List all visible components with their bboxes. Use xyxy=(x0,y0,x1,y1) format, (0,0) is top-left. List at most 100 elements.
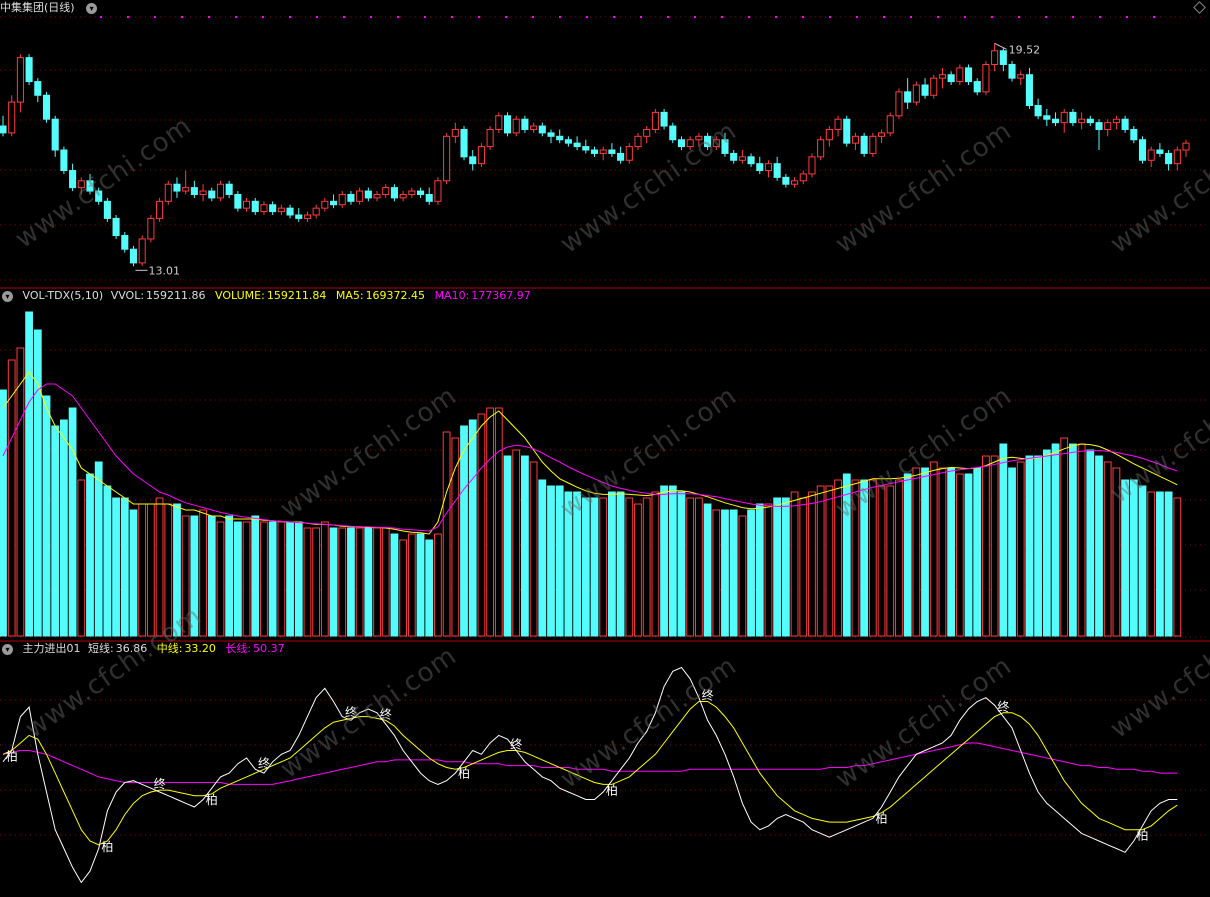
volume-bar xyxy=(694,497,703,637)
volume-bar xyxy=(1138,485,1147,637)
marker-dot xyxy=(235,16,237,18)
candle-body xyxy=(921,84,929,96)
price-panel-header: 中集集团(日线) ▾ xyxy=(0,0,103,16)
candle-body xyxy=(121,235,129,250)
candle-body xyxy=(347,193,355,202)
volume-bar xyxy=(364,527,373,637)
volume-bar xyxy=(1034,455,1043,637)
candle-body xyxy=(782,176,790,185)
marker-dot xyxy=(775,16,777,18)
buy-signal-label: 柏 xyxy=(1137,828,1149,843)
end-signal-label: 终 xyxy=(997,699,1009,714)
candle-body xyxy=(860,135,868,154)
volume-bar xyxy=(642,497,651,637)
volume-bar xyxy=(338,527,347,637)
volume-bar xyxy=(146,503,155,637)
marker-dot xyxy=(100,16,102,18)
candle-body xyxy=(1138,139,1147,161)
marker-dot xyxy=(829,16,831,18)
marker-dot xyxy=(964,16,966,18)
volume-bar xyxy=(129,509,138,637)
marker-dot xyxy=(640,16,642,18)
candle-body xyxy=(930,77,938,96)
buy-signal-label: 柏 xyxy=(606,782,618,797)
candle-body xyxy=(982,63,990,93)
chevron-down-icon[interactable]: ▾ xyxy=(2,643,13,655)
volume-bar xyxy=(955,473,964,637)
candle-body xyxy=(129,248,138,264)
marker-dot xyxy=(424,16,426,18)
volume-bar xyxy=(112,497,120,637)
volume-bar xyxy=(1086,449,1095,637)
candle-body xyxy=(530,125,538,130)
volume-bar xyxy=(651,491,660,637)
volume-bar xyxy=(747,509,755,637)
ma10-value: 177367.97 xyxy=(471,289,531,302)
volume-bar xyxy=(1156,491,1164,637)
volume-bar xyxy=(251,515,260,637)
candle-body xyxy=(912,84,920,103)
marker-dot xyxy=(721,16,723,18)
volume-bar xyxy=(68,407,77,637)
volume-bar xyxy=(494,407,503,637)
candle-body xyxy=(669,125,677,141)
candle-body xyxy=(1017,74,1025,79)
volume-bar xyxy=(286,521,294,637)
marker-dot xyxy=(991,16,993,18)
marker-dot xyxy=(748,16,750,18)
candle-body xyxy=(547,132,555,137)
chevron-down-icon[interactable]: ▾ xyxy=(86,2,98,14)
candle-body xyxy=(895,91,903,117)
volume-bar xyxy=(599,497,608,637)
marker-dot xyxy=(694,16,696,18)
volume-bar xyxy=(120,497,129,637)
high-marker-arrow xyxy=(994,42,1007,50)
volume-bar xyxy=(25,311,33,637)
vol-indicator-name[interactable]: VOL-TDX(5,10) xyxy=(23,289,104,302)
candle-body xyxy=(390,187,398,199)
candle-body xyxy=(243,200,251,209)
candle-body xyxy=(851,135,860,144)
candle-body xyxy=(869,135,877,154)
candle-body xyxy=(1165,152,1173,165)
volume-bar xyxy=(94,461,103,637)
marker-dot xyxy=(451,16,453,18)
vvol-label: VVOL: xyxy=(110,289,145,302)
candle-body xyxy=(756,163,764,172)
candle-body xyxy=(773,163,781,178)
candle-body xyxy=(269,204,277,213)
indicator-name[interactable]: 主力进出01 xyxy=(23,642,81,655)
marker-dot xyxy=(208,16,210,18)
candle-body xyxy=(825,128,833,141)
volume-bar xyxy=(477,413,486,637)
volume-bar xyxy=(7,359,16,637)
volume-bar xyxy=(973,467,982,637)
chevron-down-icon[interactable]: ▾ xyxy=(2,290,13,302)
marker-dot xyxy=(127,16,129,18)
candle-body xyxy=(1121,118,1129,130)
volume-bar xyxy=(390,533,399,637)
volume-bar xyxy=(16,347,25,637)
volume-bar xyxy=(381,527,390,637)
volume-bar xyxy=(895,479,903,637)
volume-bar xyxy=(312,527,321,637)
volume-bar xyxy=(242,521,251,637)
candle-body xyxy=(660,111,668,127)
volume-bar xyxy=(729,509,738,637)
volume-bar xyxy=(634,503,642,637)
candle-body xyxy=(416,190,425,195)
candle-body xyxy=(312,207,320,216)
volume-bar xyxy=(277,521,286,637)
candle-body xyxy=(938,74,946,79)
candle-body xyxy=(625,146,633,161)
volume-bar xyxy=(1025,455,1034,637)
volume-bar xyxy=(1164,491,1173,637)
volume-bar xyxy=(764,503,773,637)
marker-dot xyxy=(1153,16,1155,18)
short-line-label: 短线: xyxy=(88,642,114,655)
candle-body xyxy=(408,190,416,195)
candle-body xyxy=(834,118,842,130)
buy-signal-label: 柏 xyxy=(101,839,113,854)
volume-bar xyxy=(999,443,1008,637)
candle-body xyxy=(608,149,616,154)
